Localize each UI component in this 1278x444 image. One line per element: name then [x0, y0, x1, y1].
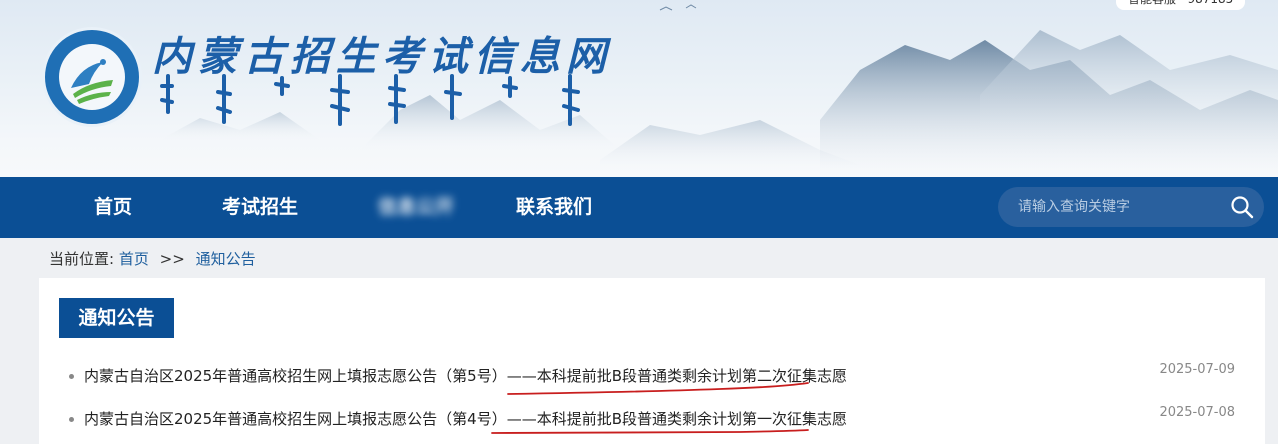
content-panel: 通知公告 内蒙古自治区2025年普通高校招生网上填报志愿公告（第5号）——本科提… [39, 278, 1265, 444]
search-icon[interactable] [1230, 195, 1254, 219]
notice-title[interactable]: 内蒙古自治区2025年普通高校招生网上填报志愿公告（第4号）——本科提前批B段普… [84, 407, 847, 431]
header-banner: 内蒙古招生考试信息网 智能客服 · 987185 [0, 0, 1278, 177]
nav-item-contact-us[interactable]: 联系我们 [516, 177, 592, 238]
bullet-icon [69, 417, 74, 422]
breadcrumb-home-link[interactable]: 首页 [119, 250, 149, 268]
site-logo[interactable] [42, 27, 142, 127]
search-box [998, 187, 1264, 227]
breadcrumb-prefix: 当前位置: [49, 250, 115, 268]
search-input[interactable] [1018, 187, 1228, 227]
breadcrumb-current-link[interactable]: 通知公告 [196, 250, 256, 268]
nav-item-blurred[interactable]: 信息公开 [378, 177, 454, 238]
nav-item-exam-enrollment[interactable]: 考试招生 [222, 177, 298, 238]
breadcrumb: 当前位置: 首页 >> 通知公告 [49, 248, 256, 270]
notice-item[interactable]: 内蒙古自治区2025年普通高校招生网上填报志愿公告（第5号）——本科提前批B段普… [69, 362, 1239, 388]
notice-date: 2025-07-09 [1159, 362, 1235, 377]
notice-item[interactable]: 内蒙古自治区2025年普通高校招生网上填报志愿公告（第4号）——本科提前批B段普… [69, 405, 1239, 431]
section-title: 通知公告 [59, 298, 174, 338]
visit-counter: 智能客服 · 987185 [1116, 0, 1246, 10]
main-nav: 首页 考试招生 信息公开 联系我们 [0, 177, 1278, 238]
mongolian-script-title [160, 74, 580, 126]
notice-date: 2025-07-08 [1159, 405, 1235, 420]
breadcrumb-separator: >> [159, 250, 185, 268]
bullet-icon [69, 374, 74, 379]
notice-title[interactable]: 内蒙古自治区2025年普通高校招生网上填报志愿公告（第5号）——本科提前批B段普… [84, 364, 847, 388]
nav-item-home[interactable]: 首页 [94, 177, 132, 238]
